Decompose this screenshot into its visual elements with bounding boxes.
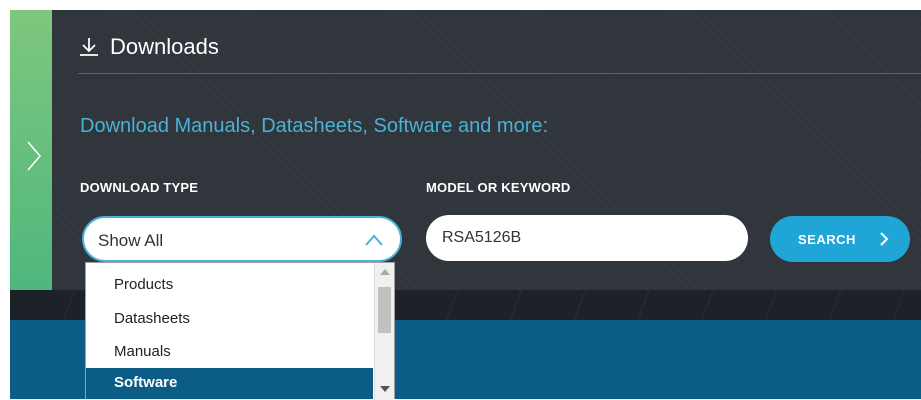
downloads-header: Downloads [78,34,219,60]
download-type-select[interactable]: Show All [82,216,402,262]
header-divider [78,73,921,74]
model-keyword-input[interactable]: RSA5126B [426,215,748,261]
model-keyword-value: RSA5126B [442,229,522,246]
dropdown-option-products[interactable]: Products [86,270,373,300]
download-type-label: DOWNLOAD TYPE [80,180,199,195]
dropdown-option-datasheets[interactable]: Datasheets [86,304,373,334]
model-keyword-label: MODEL OR KEYWORD [426,180,571,195]
download-type-value: Show All [98,231,164,250]
dropdown-option-manuals[interactable]: Manuals [86,337,373,367]
downloads-panel: Downloads Download Manuals, Datasheets, … [52,10,921,290]
chevron-right-icon [27,141,42,171]
scroll-down-icon[interactable] [380,386,390,392]
dropdown-scrollbar[interactable] [374,263,394,400]
download-type-dropdown[interactable]: Products Datasheets Manuals Software [85,262,395,400]
scrollbar-thumb[interactable] [378,287,391,333]
downloads-title: Downloads [110,34,219,59]
side-panel-toggle[interactable] [10,10,52,290]
downloads-subtitle: Download Manuals, Datasheets, Software a… [80,115,549,137]
chevron-up-icon [365,234,383,246]
search-button[interactable]: SEARCH [770,216,910,262]
search-button-label: SEARCH [798,232,856,247]
chevron-right-icon [880,232,889,246]
download-icon [80,38,98,56]
scroll-up-icon[interactable] [380,269,390,275]
dropdown-option-software[interactable]: Software [86,368,373,399]
